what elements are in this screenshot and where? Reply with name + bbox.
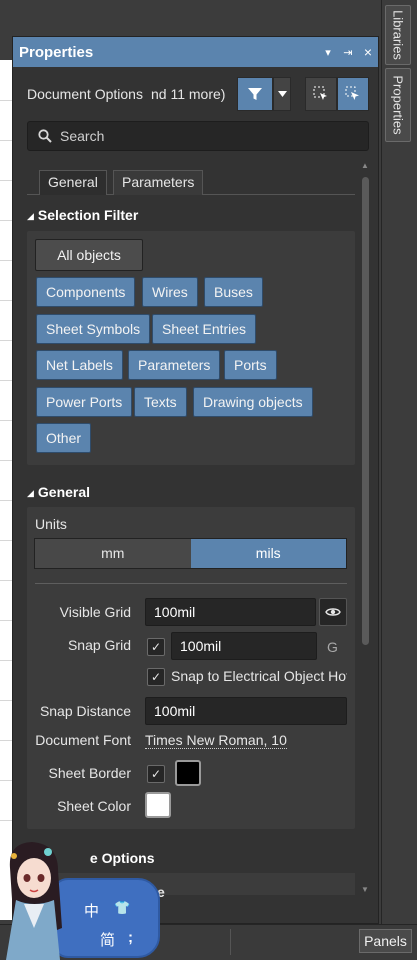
selection-filter-box: All objects Components Wires Buses Sheet… [27, 231, 355, 465]
document-options-text: Document Options [27, 86, 143, 102]
chip-drawing-objects[interactable]: Drawing objects [193, 387, 313, 417]
panel-title: Properties [19, 43, 94, 61]
general-heading: General [37, 484, 91, 500]
chip-power-ports[interactable]: Power Ports [36, 387, 133, 417]
properties-tab-label: Properties [390, 75, 406, 135]
collapse-triangle-icon: ◢ [27, 488, 34, 498]
units-toggle[interactable]: mm mils [34, 538, 347, 569]
search-placeholder: Search [60, 128, 105, 144]
filter-button[interactable] [237, 77, 273, 111]
document-font-label: Document Font [35, 732, 131, 748]
chip-wires[interactable]: Wires [142, 277, 198, 307]
right-panel-strip: Libraries Properties [381, 0, 417, 960]
properties-tab[interactable]: Properties [385, 68, 411, 142]
snap-grid-shortcut: G [327, 639, 338, 655]
sheet-border-label: Sheet Border [48, 765, 132, 781]
chip-ports[interactable]: Ports [224, 350, 277, 380]
chip-components[interactable]: Components [36, 277, 136, 307]
chip-texts[interactable]: Texts [134, 387, 187, 417]
select-objects-button[interactable] [305, 77, 337, 111]
chip-sheet-symbols[interactable]: Sheet Symbols [36, 314, 151, 344]
snap-electrical-checkbox[interactable]: ✓ [147, 668, 165, 686]
document-font-link[interactable]: Times New Roman, 10 [145, 732, 287, 749]
selection-filter-header[interactable]: ◢ Selection Filter [27, 207, 138, 223]
divider [35, 583, 347, 584]
snap-grid-checkbox[interactable]: ✓ [147, 638, 165, 656]
scroll-thumb[interactable] [362, 177, 369, 645]
cursor-button[interactable] [337, 77, 369, 111]
tab-bar: General Parameters [27, 170, 355, 195]
more-objects-text: nd 11 more) [151, 86, 226, 102]
ime-chinese-mode[interactable]: 中 [84, 900, 99, 921]
chip-buses[interactable]: Buses [204, 277, 263, 307]
cursor-icon [345, 86, 359, 100]
units-mils-button[interactable]: mils [190, 539, 346, 568]
object-type-label[interactable]: Document Options nd 11 more) [27, 77, 237, 111]
snap-grid-label: Snap Grid [67, 637, 131, 653]
sheet-border-checkbox[interactable]: ✓ [147, 765, 165, 783]
collapse-triangle-icon: ◢ [27, 211, 34, 221]
units-label: Units [35, 516, 67, 532]
selection-filter-heading: Selection Filter [37, 207, 139, 223]
panel-menu-button[interactable]: ▾ [318, 46, 338, 59]
tab-general[interactable]: General [39, 170, 107, 195]
chevron-down-icon [277, 91, 287, 97]
general-section-header[interactable]: ◢ General [27, 484, 90, 500]
scroll-up-icon[interactable]: ▲ [359, 161, 371, 171]
sheet-border-color-swatch[interactable] [175, 760, 201, 786]
ime-punctuation-icon[interactable]: ; [128, 929, 133, 946]
filter-icon [248, 88, 262, 100]
general-section-box: Units mm mils Visible Grid 100mil Snap G… [27, 507, 355, 829]
scroll-down-icon[interactable]: ▼ [359, 885, 371, 895]
select-objects-icon [313, 86, 327, 100]
units-mm-button[interactable]: mm [35, 539, 191, 568]
search-icon [38, 129, 52, 143]
snap-distance-field[interactable]: 100mil [145, 697, 347, 725]
pin-icon[interactable]: ⇥ [338, 46, 358, 59]
panel-scrollbar[interactable]: ▲ ▼ [359, 161, 371, 895]
properties-panel: Properties ▾ ⇥ × Document Options nd 11 … [12, 36, 379, 924]
eye-icon [325, 608, 341, 616]
all-objects-button[interactable]: All objects [35, 239, 143, 271]
panel-titlebar[interactable]: Properties ▾ ⇥ × [13, 37, 378, 67]
ime-skin-icon[interactable]: 👕 [114, 900, 130, 916]
snap-grid-field[interactable]: 100mil [171, 632, 317, 660]
chip-other[interactable]: Other [36, 423, 92, 453]
chip-parameters[interactable]: Parameters [128, 350, 221, 380]
ime-simplified-mode[interactable]: 简 [100, 929, 115, 950]
panels-button[interactable]: Panels [359, 929, 412, 953]
ime-mascot-icon [6, 842, 63, 960]
chip-net-labels[interactable]: Net Labels [36, 350, 123, 380]
panel-toolbar: Document Options nd 11 more) [27, 77, 372, 113]
tab-parameters[interactable]: Parameters [113, 170, 204, 195]
search-input[interactable]: Search [27, 121, 369, 151]
sheet-color-label: Sheet Color [57, 798, 131, 814]
libraries-tab-label: Libraries [390, 10, 406, 60]
filter-dropdown-button[interactable] [273, 77, 291, 111]
visible-grid-label: Visible Grid [59, 604, 131, 620]
snap-distance-label: Snap Distance [39, 703, 131, 719]
libraries-tab[interactable]: Libraries [385, 5, 411, 65]
status-divider [230, 929, 231, 955]
visible-grid-field[interactable]: 100mil [145, 598, 316, 626]
chip-sheet-entries[interactable]: Sheet Entries [152, 314, 257, 344]
sheet-color-swatch[interactable] [145, 792, 171, 818]
visible-grid-eye-button[interactable] [319, 598, 347, 626]
ime-toolbar-widget[interactable]: 中 👕 简 ; [0, 838, 162, 960]
snap-electrical-label: Snap to Electrical Object Hots [171, 668, 347, 684]
close-icon[interactable]: × [358, 44, 378, 60]
